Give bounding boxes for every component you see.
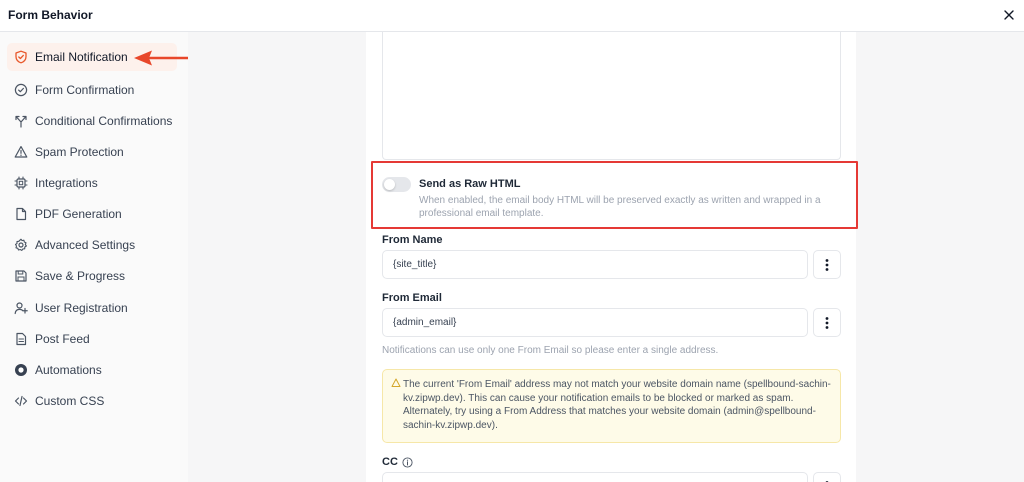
- warning-icon: [391, 378, 401, 387]
- info-icon[interactable]: [402, 456, 413, 468]
- more-vertical-icon: [825, 258, 829, 271]
- domain-warning-text: The current 'From Email' address may not…: [403, 379, 831, 431]
- from-email-options-button[interactable]: [813, 308, 841, 337]
- cc-label: CC: [382, 456, 398, 468]
- document-icon: [13, 206, 29, 222]
- domain-warning: The current 'From Email' address may not…: [382, 369, 841, 443]
- email-body-editor[interactable]: [382, 32, 841, 160]
- sidebar-item-label: Custom CSS: [35, 394, 105, 408]
- automation-icon: [13, 362, 29, 378]
- chip-icon: [13, 175, 29, 191]
- from-name-value: {site_title}: [393, 259, 437, 270]
- user-plus-icon: [13, 300, 29, 316]
- sidebar-item-user-registration[interactable]: User Registration: [7, 294, 177, 322]
- gear-icon: [13, 237, 29, 253]
- sidebar-item-label: Email Notification: [35, 50, 128, 64]
- sidebar-item-pdf-generation[interactable]: PDF Generation: [7, 200, 177, 228]
- sidebar-item-label: Form Confirmation: [35, 83, 135, 97]
- sidebar-item-label: Advanced Settings: [35, 238, 136, 252]
- shield-icon: [13, 49, 29, 65]
- document-lines-icon: [13, 331, 29, 347]
- sidebar-item-conditional-confirmations[interactable]: Conditional Confirmations: [7, 107, 177, 135]
- sidebar-item-label: Conditional Confirmations: [35, 114, 173, 128]
- dialog-title: Form Behavior: [8, 8, 93, 22]
- cc-label-row: CC: [382, 456, 413, 468]
- sidebar-item-save-progress[interactable]: Save & Progress: [7, 262, 177, 290]
- toggle-knob: [384, 179, 395, 190]
- sidebar-item-form-confirmation[interactable]: Form Confirmation: [7, 76, 177, 104]
- from-email-input[interactable]: {admin_email}: [382, 308, 808, 337]
- warning-triangle-icon: [13, 144, 29, 160]
- sidebar-item-custom-css[interactable]: Custom CSS: [7, 387, 177, 415]
- sidebar-item-integrations[interactable]: Integrations: [7, 169, 177, 197]
- sidebar-item-label: Post Feed: [35, 332, 90, 346]
- from-email-value: {admin_email}: [393, 317, 457, 328]
- raw-html-description: When enabled, the email body HTML will b…: [419, 195, 821, 219]
- from-email-hint: Notifications can use only one From Emai…: [382, 345, 719, 356]
- sidebar-item-label: PDF Generation: [35, 207, 122, 221]
- code-icon: [13, 393, 29, 409]
- sidebar-item-automations[interactable]: Automations: [7, 356, 177, 384]
- check-circle-icon: [13, 82, 29, 98]
- sidebar-item-spam-protection[interactable]: Spam Protection: [7, 138, 177, 166]
- sidebar-item-label: Spam Protection: [35, 145, 124, 159]
- from-name-input[interactable]: {site_title}: [382, 250, 808, 279]
- from-name-options-button[interactable]: [813, 250, 841, 279]
- from-name-label: From Name: [382, 234, 443, 246]
- cc-options-button[interactable]: [813, 472, 841, 482]
- raw-html-title: Send as Raw HTML: [419, 178, 521, 190]
- more-vertical-icon: [825, 316, 829, 329]
- floppy-disk-icon: [13, 268, 29, 284]
- dialog-header: Form Behavior: [0, 0, 1024, 32]
- raw-html-toggle[interactable]: [382, 177, 411, 192]
- sidebar-item-post-feed[interactable]: Post Feed: [7, 325, 177, 353]
- close-icon[interactable]: [1000, 6, 1018, 24]
- from-email-label: From Email: [382, 292, 442, 304]
- sidebar-item-label: User Registration: [35, 301, 128, 315]
- split-arrows-icon: [13, 113, 29, 129]
- sidebar-item-advanced-settings[interactable]: Advanced Settings: [7, 231, 177, 259]
- cc-input[interactable]: [382, 472, 808, 482]
- sidebar-item-label: Automations: [35, 363, 102, 377]
- sidebar-item-label: Integrations: [35, 176, 98, 190]
- sidebar-item-label: Save & Progress: [35, 269, 126, 283]
